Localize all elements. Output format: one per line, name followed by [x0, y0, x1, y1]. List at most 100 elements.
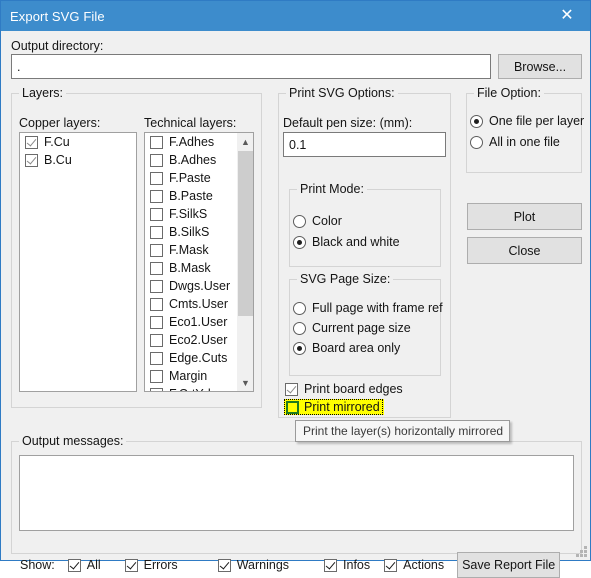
output-filter-errors[interactable]: Errors [124, 558, 178, 572]
print-mode-options: Color Black and white [293, 214, 400, 256]
technical-layer-item-label: F.Adhes [169, 135, 215, 149]
output-filter-all[interactable]: All [67, 558, 101, 572]
technical-layers-scrollbar[interactable]: ▲ ▼ [236, 133, 253, 391]
technical-layer-item[interactable]: Eco2.User [145, 331, 236, 349]
copper-layers-items: F.Cu B.Cu [20, 133, 136, 169]
radio-icon [293, 235, 306, 249]
chevron-up-icon[interactable]: ▲ [237, 133, 253, 150]
output-filter-label: Errors [143, 558, 178, 572]
checkbox-icon [67, 558, 81, 572]
technical-layer-item-label: B.SilkS [169, 225, 210, 239]
page-size-option-label: Current page size [312, 321, 411, 335]
technical-layers-items: F.Adhes B.Adhes F.Paste B.Paste F.SilkS B.Sil… [145, 133, 236, 391]
technical-layer-item[interactable]: B.SilkS [145, 223, 236, 241]
technical-layer-item-label: Dwgs.User [169, 279, 231, 293]
save-report-file-button[interactable]: Save Report File [457, 552, 561, 578]
checkbox-icon [217, 558, 231, 572]
page-size-option-label: Board area only [312, 341, 401, 355]
copper-layer-item[interactable]: B.Cu [20, 151, 136, 169]
print-mirrored-checkbox[interactable]: Print mirrored [284, 399, 384, 415]
checkbox-icon [285, 382, 298, 396]
technical-layer-item[interactable]: B.Mask [145, 259, 236, 277]
checkbox-icon [150, 171, 163, 185]
technical-layer-item[interactable]: Margin [145, 367, 236, 385]
output-messages-textarea[interactable] [19, 455, 574, 531]
technical-layers-label: Technical layers: [144, 116, 237, 130]
output-filter-label: All [86, 558, 101, 572]
checkbox-icon [150, 207, 163, 221]
technical-layer-item[interactable]: F.Paste [145, 169, 236, 187]
file-option-option-label: One file per layer [489, 114, 585, 128]
copper-layer-item[interactable]: F.Cu [20, 133, 136, 151]
page-size-option[interactable]: Current page size [293, 321, 443, 335]
page-size-option-label: Full page with frame ref [312, 301, 443, 315]
resize-grip[interactable] [576, 546, 587, 557]
technical-layer-item-label: Cmts.User [169, 297, 229, 311]
file-option-option[interactable]: All in one file [470, 135, 584, 149]
technical-layer-item-label: F.Mask [169, 243, 209, 257]
browse-button[interactable]: Browse... [498, 54, 582, 79]
checkbox-icon [150, 297, 163, 311]
output-filter-checkboxes: All Errors Warnings Infos Actions [67, 558, 444, 572]
technical-layer-item[interactable]: Dwgs.User [145, 277, 236, 295]
radio-icon [293, 214, 306, 228]
export-svg-dialog: Export SVG File ✕ Output directory: . Br… [0, 0, 591, 578]
output-filter-label: Infos [343, 558, 371, 572]
copper-layer-item-label: B.Cu [44, 153, 72, 167]
print-mode-option[interactable]: Color [293, 214, 400, 228]
chevron-down-icon[interactable]: ▼ [237, 374, 253, 391]
plot-button[interactable]: Plot [467, 203, 582, 230]
print-mirrored-label: Print mirrored [304, 400, 380, 414]
technical-layer-item[interactable]: Cmts.User [145, 295, 236, 313]
checkbox-icon [150, 243, 163, 257]
output-filter-label: Warnings [236, 558, 290, 572]
technical-layer-item[interactable]: B.Adhes [145, 151, 236, 169]
tooltip: Print the layer(s) horizontally mirrored [295, 420, 511, 442]
print-mode-option-label: Color [312, 214, 342, 228]
output-filter-infos[interactable]: Infos [324, 558, 370, 572]
technical-layer-item-label: Edge.Cuts [169, 351, 228, 365]
checkbox-icon [150, 135, 163, 149]
page-size-option[interactable]: Full page with frame ref [293, 301, 443, 315]
layers-group-title: Layers: [19, 86, 66, 100]
checkbox-icon [150, 315, 163, 329]
close-icon[interactable]: ✕ [544, 1, 590, 31]
checkbox-icon [150, 351, 163, 365]
scrollbar-thumb[interactable] [238, 151, 253, 316]
checkbox-icon [150, 333, 163, 347]
dialog-title: Export SVG File [10, 8, 105, 24]
page-size-option[interactable]: Board area only [293, 341, 443, 355]
file-option-option[interactable]: One file per layer [470, 114, 584, 128]
svg-page-size-options: Full page with frame ref Current page siz… [293, 301, 443, 361]
technical-layer-item[interactable]: Eco1.User [145, 313, 236, 331]
technical-layer-item[interactable]: F.CrtYd [145, 385, 236, 391]
technical-layers-list[interactable]: F.Adhes B.Adhes F.Paste B.Paste F.SilkS B.Sil… [144, 132, 254, 392]
checkbox-icon [384, 558, 398, 572]
print-mode-title: Print Mode: [297, 182, 367, 196]
technical-layer-item-label: Eco2.User [169, 333, 228, 347]
print-board-edges-checkbox[interactable]: Print board edges [285, 382, 403, 396]
output-directory-label: Output directory: [11, 39, 104, 53]
technical-layer-item-label: Eco1.User [169, 315, 228, 329]
print-mode-option[interactable]: Black and white [293, 235, 400, 249]
checkbox-icon [25, 153, 38, 167]
pen-size-input[interactable]: 0.1 [283, 132, 446, 157]
checkbox-icon [324, 558, 338, 572]
print-board-edges-label: Print board edges [304, 382, 403, 396]
checkbox-icon [150, 387, 163, 391]
output-filter-warnings[interactable]: Warnings [217, 558, 290, 572]
output-directory-input[interactable]: . [11, 54, 491, 79]
output-filter-actions[interactable]: Actions [384, 558, 444, 572]
technical-layer-item[interactable]: Edge.Cuts [145, 349, 236, 367]
technical-layer-item[interactable]: F.Adhes [145, 133, 236, 151]
copper-layers-list[interactable]: F.Cu B.Cu [19, 132, 137, 392]
technical-layer-item[interactable]: B.Paste [145, 187, 236, 205]
checkbox-icon [150, 153, 163, 167]
radio-icon [293, 321, 306, 335]
copper-layers-label: Copper layers: [19, 116, 101, 130]
close-button[interactable]: Close [467, 237, 582, 264]
checkbox-icon [150, 189, 163, 203]
technical-layer-item[interactable]: F.Mask [145, 241, 236, 259]
radio-icon [470, 135, 483, 149]
technical-layer-item[interactable]: F.SilkS [145, 205, 236, 223]
